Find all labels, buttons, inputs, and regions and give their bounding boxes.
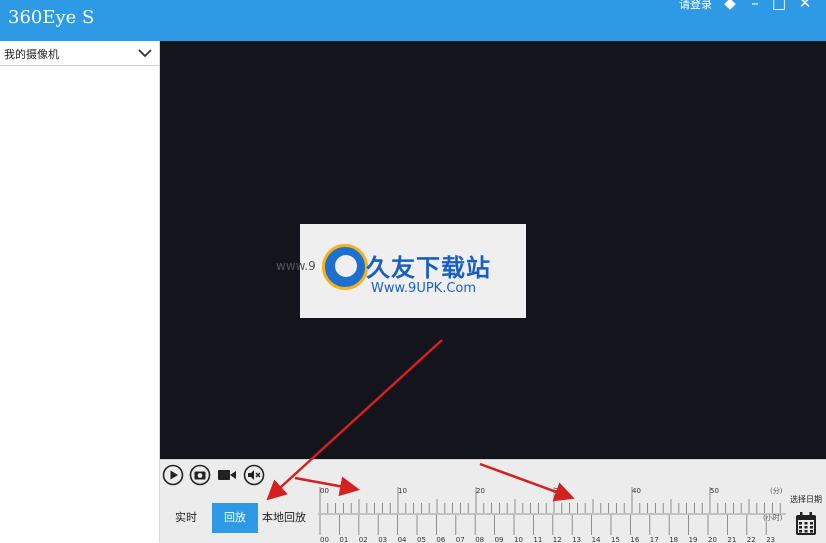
minute-tick-label: 30: [554, 487, 563, 495]
play-icon[interactable]: [162, 464, 184, 486]
close-icon[interactable]: ✕: [795, 0, 815, 12]
title-bar: 360Eye S 请登录 ◆ – □ ✕: [0, 0, 826, 41]
minute-tick-label: 00: [320, 487, 329, 495]
camera-icon[interactable]: [189, 464, 211, 486]
camera-sidebar: 我的摄像机: [0, 41, 160, 542]
dropdown-menu-icon[interactable]: ◆: [720, 0, 740, 12]
timeline-ruler[interactable]: (分) (小时) 00 10 20 30 40 50 00 01 02 03 04 05 06 07 08…: [318, 485, 786, 543]
minimize-icon[interactable]: –: [745, 0, 765, 12]
minute-tick-label: 40: [632, 487, 641, 495]
tab-local-playback[interactable]: 本地回放: [260, 503, 308, 533]
watermark-left-text: www.9: [276, 259, 316, 273]
playback-controls: 实时 回放 本地回放 (分) (小时) 00 10 20 30 40 50 00 01 02 0…: [160, 459, 826, 543]
minute-tick-label: 10: [398, 487, 407, 495]
watermark-brand: 久友下载站: [366, 254, 491, 282]
watermark-logo-icon: [322, 244, 368, 290]
minute-unit-label: (分): [770, 486, 783, 495]
tab-live[interactable]: 实时: [170, 503, 202, 533]
watermark-url: Www.9UPK.Com: [371, 281, 477, 296]
login-link[interactable]: 请登录: [679, 0, 712, 12]
chevron-down-icon[interactable]: [137, 45, 153, 61]
minute-tick-label: 20: [476, 487, 485, 495]
maximize-icon[interactable]: □: [769, 0, 789, 12]
tab-playback[interactable]: 回放: [212, 503, 258, 533]
select-date-label: 选择日期: [790, 495, 822, 504]
select-date-button[interactable]: 选择日期: [787, 490, 825, 543]
camera-list-title: 我的摄像机: [4, 48, 59, 61]
calendar-icon[interactable]: [795, 512, 817, 536]
mute-icon[interactable]: [243, 464, 265, 486]
app-title: 360Eye S: [8, 7, 95, 28]
video-record-icon[interactable]: [216, 464, 238, 486]
camera-list-header[interactable]: 我的摄像机: [0, 41, 159, 66]
minute-tick-label: 50: [710, 487, 719, 495]
